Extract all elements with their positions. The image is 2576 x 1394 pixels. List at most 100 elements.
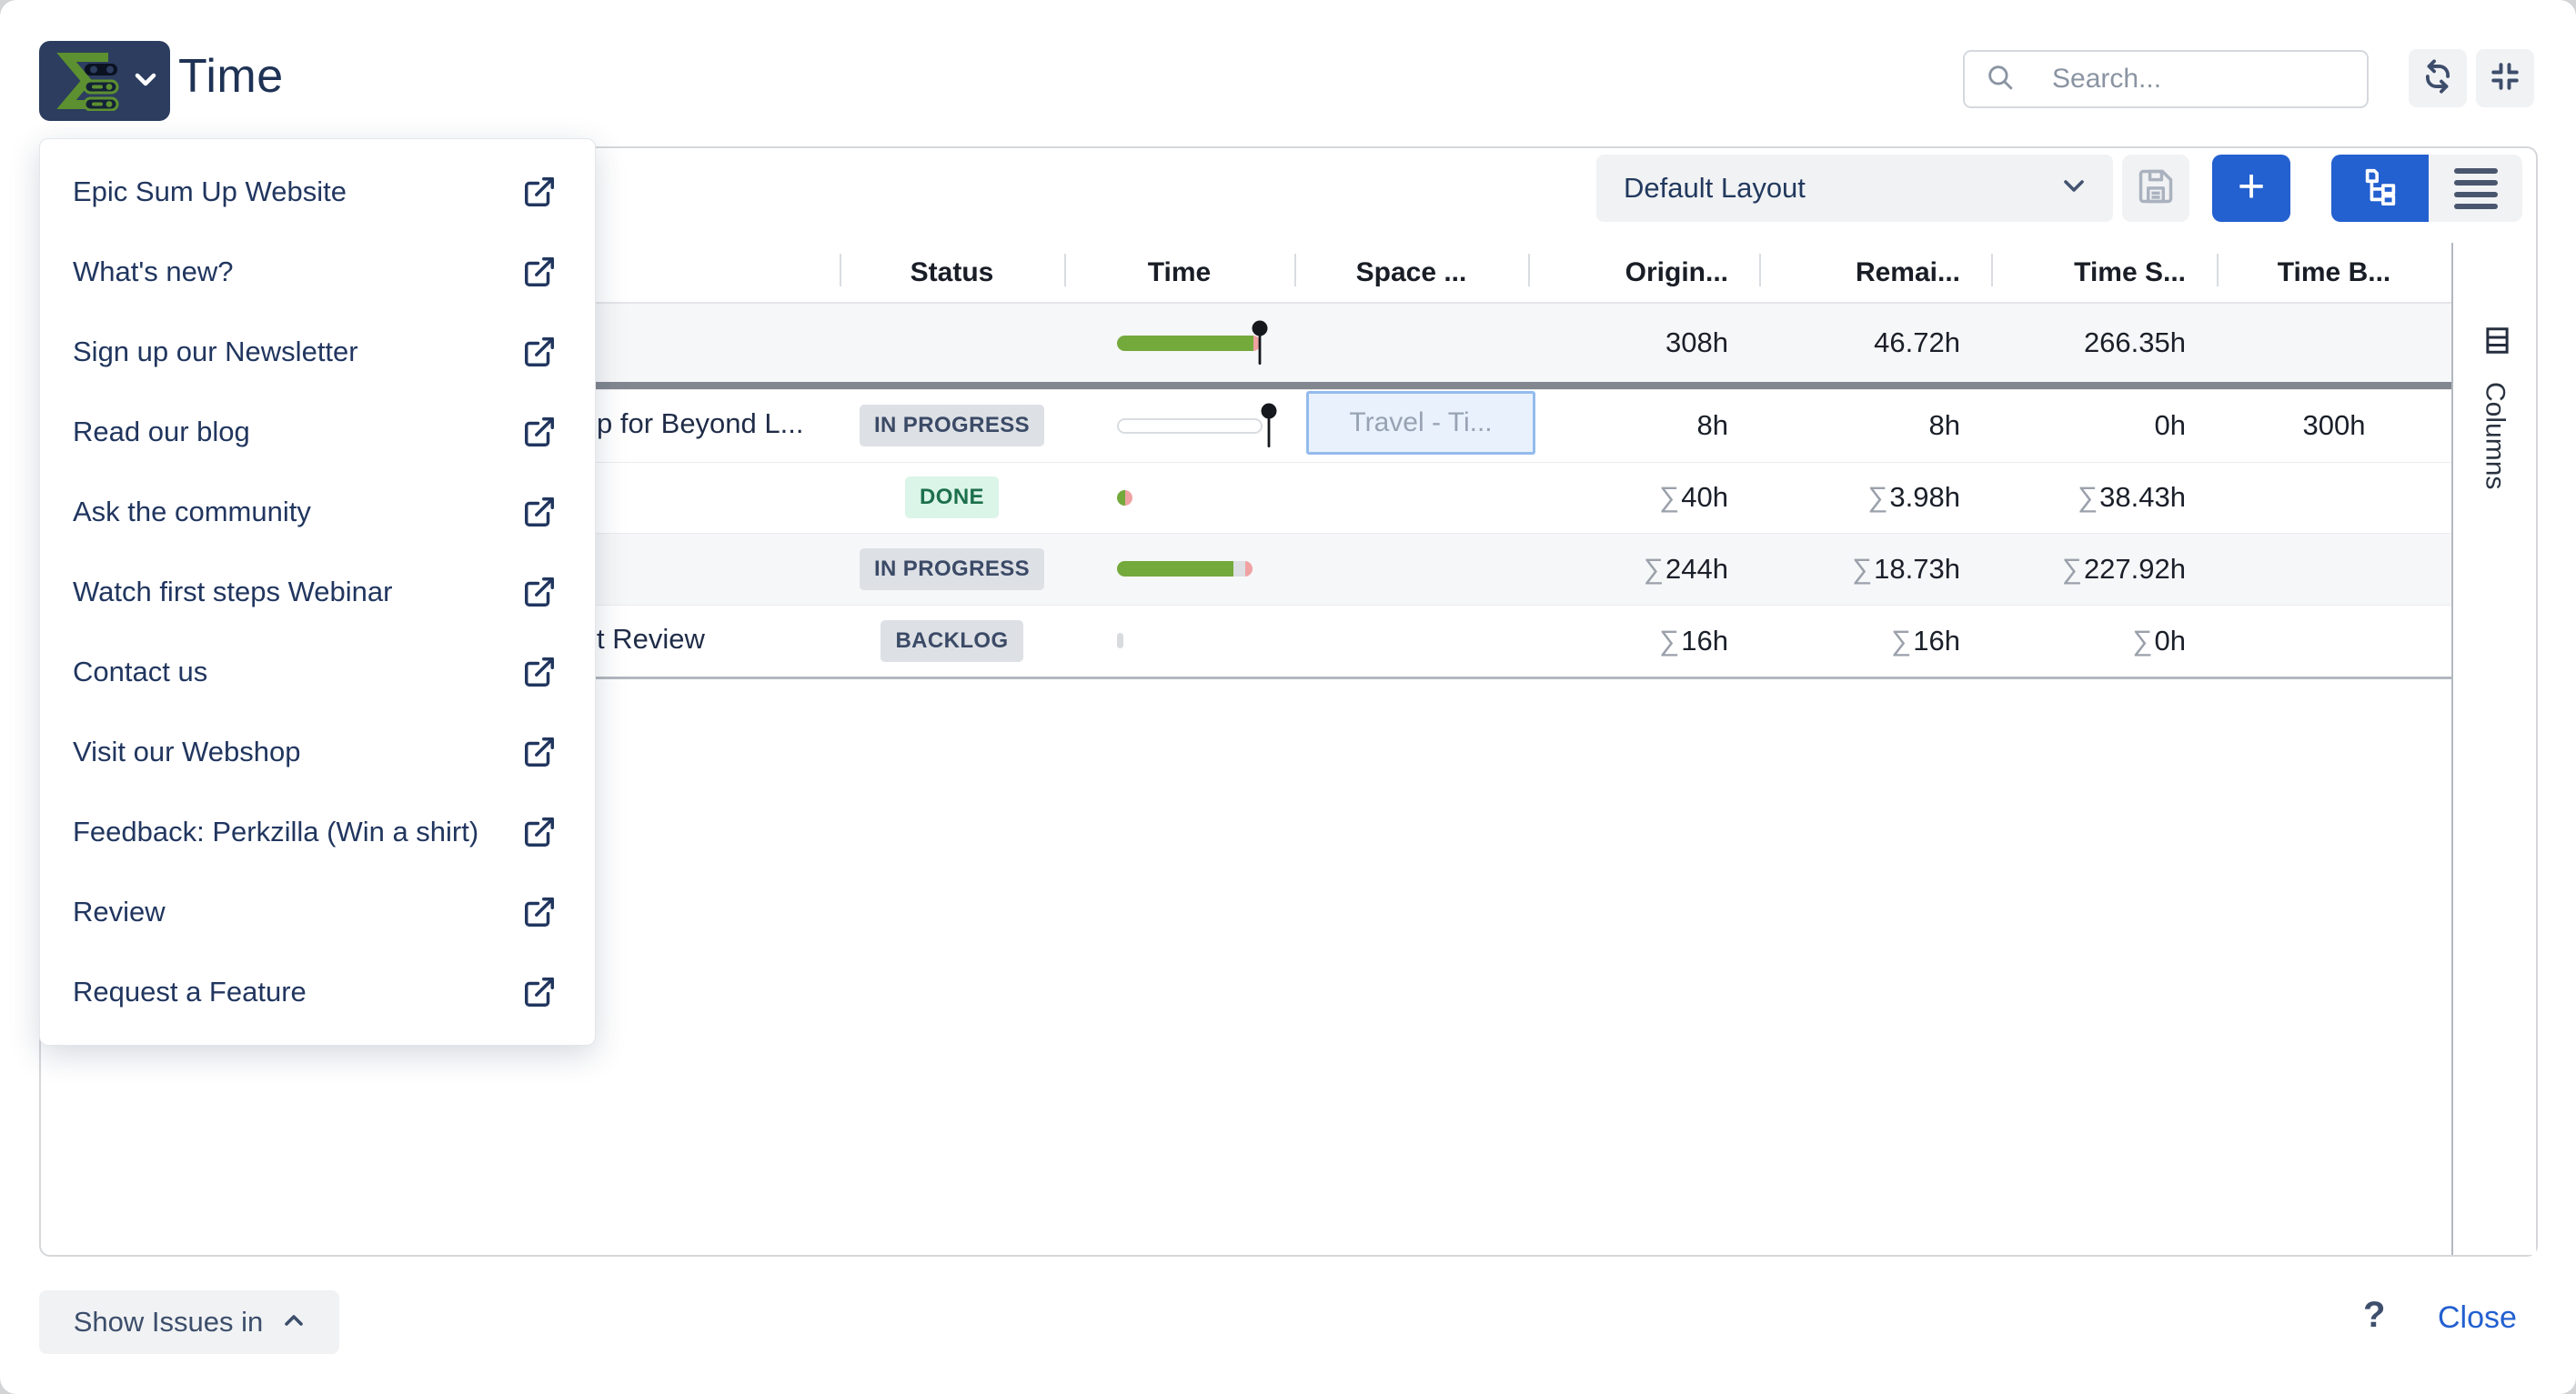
remaining-cell: ∑16h [1759,605,1991,677]
list-view-toggle[interactable] [2429,155,2522,222]
status-badge: BACKLOG [880,620,1022,662]
column-header-remai[interactable]: Remai... [1759,243,1991,303]
column-header-time[interactable]: Time [1064,243,1294,303]
space-field-editor[interactable]: Travel - Ti... [1306,391,1535,455]
remaining-cell: 46.72h [1759,304,1991,382]
column-header-space[interactable]: Space ... [1294,243,1528,303]
menu-item-review[interactable]: Review [40,872,595,952]
column-divider [1991,254,1993,286]
pin-marker-icon[interactable] [1259,402,1279,456]
chevron-down-icon [134,72,157,93]
menu-item-request-a-feature[interactable]: Request a Feature [40,952,595,1032]
time-spent-cell: ∑227.92h [1991,533,2217,605]
layout-select[interactable]: Default Layout [1596,155,2113,222]
column-divider [1759,254,1761,286]
status-cell: IN PROGRESS [840,389,1064,462]
column-header-time-b[interactable]: Time B... [2217,243,2451,303]
refresh-button[interactable] [2409,49,2467,107]
external-link-icon [522,175,557,209]
menu-item-label: Watch first steps Webinar [73,576,392,608]
remaining-cell: 8h [1759,389,1991,462]
origin-cell: ∑16h [1528,605,1759,677]
menu-item-label: What's new? [73,256,234,288]
status-cell: DONE [840,462,1064,533]
help-button[interactable]: ? [2363,1295,2385,1336]
external-link-icon [522,335,557,369]
menu-item-contact-us[interactable]: Contact us [40,632,595,712]
column-header-status[interactable]: Status [840,243,1064,303]
menu-item-label: Feedback: Perkzilla (Win a shirt) [73,816,478,848]
menu-item-epic-sum-up-website[interactable]: Epic Sum Up Website [40,152,595,232]
column-divider [2217,254,2219,286]
column-divider [840,254,841,286]
origin-cell: 308h [1528,304,1759,382]
epic-sum-up-logo-icon [52,51,139,115]
collapse-button[interactable] [2476,49,2534,107]
show-issues-in-label: Show Issues in [74,1306,264,1339]
menu-item-label: Read our blog [73,416,250,448]
time-spent-cell: ∑0h [1991,605,2217,677]
menu-item-what-s-new[interactable]: What's new? [40,232,595,312]
menu-item-sign-up-our-newsletter[interactable]: Sign up our Newsletter [40,312,595,392]
external-link-icon [522,975,557,1009]
origin-cell: ∑40h [1528,462,1759,533]
magnifier-icon [1985,62,2016,97]
menu-item-feedback-perkzilla-win-a-shirt[interactable]: Feedback: Perkzilla (Win a shirt) [40,792,595,872]
tree-view-icon [2360,165,2401,212]
columns-panel-toggle[interactable]: Columns [2451,243,2536,1255]
time-spent-cell: 0h [1991,389,2217,462]
menu-item-read-our-blog[interactable]: Read our blog [40,392,595,472]
column-divider [1294,254,1296,286]
collapse-arrows-icon [2489,60,2521,97]
app-dropdown-menu: Epic Sum Up Website What's new? Sign up ou… [39,138,596,1046]
pin-marker-icon[interactable] [1250,319,1270,373]
search-input[interactable] [2050,63,2345,95]
menu-item-watch-first-steps-webinar[interactable]: Watch first steps Webinar [40,552,595,632]
issue-summary: p for Beyond L... [597,407,803,440]
external-link-icon [522,815,557,849]
origin-cell: ∑244h [1528,533,1759,605]
show-issues-in-button[interactable]: Show Issues in [39,1290,339,1354]
table-columns-icon [2477,326,2512,356]
remaining-cell: ∑18.73h [1759,533,1991,605]
menu-item-visit-our-webshop[interactable]: Visit our Webshop [40,712,595,792]
column-divider [1528,254,1530,286]
menu-item-ask-the-community[interactable]: Ask the community [40,472,595,552]
external-link-icon [522,895,557,929]
column-divider [1064,254,1066,286]
chevron-down-icon [2062,178,2086,199]
external-link-icon [522,495,557,529]
time-spent-cell: ∑38.43h [1991,462,2217,533]
time-progress-bar [1117,487,1273,507]
time-progress-bar [1117,559,1273,579]
close-button[interactable]: Close [2438,1300,2517,1336]
time-progress-bar [1117,333,1273,353]
search-box[interactable] [1963,50,2369,108]
origin-cell: 8h [1528,389,1759,462]
external-link-icon [522,575,557,609]
app-logo-menu-button[interactable] [39,41,170,121]
menu-item-label: Review [73,896,166,928]
add-issue-button[interactable]: + [2212,155,2290,222]
menu-item-label: Visit our Webshop [73,736,300,768]
time-spent-cell: 266.35h [1991,304,2217,382]
chevron-up-icon [283,1313,305,1332]
column-header-time-s[interactable]: Time S... [1991,243,2217,303]
column-header-origin[interactable]: Origin... [1528,243,1759,303]
time-progress-bar [1117,631,1273,651]
epic-sum-up-dialog: Time Default Layout [0,0,2576,1394]
layout-select-value: Default Layout [1624,172,1806,205]
tree-view-toggle[interactable] [2331,155,2429,222]
columns-panel-label: Columns [2480,382,2511,489]
issue-summary: t Review [597,623,705,656]
external-link-icon [522,415,557,449]
menu-item-label: Request a Feature [73,976,307,1008]
external-link-icon [522,655,557,689]
refresh-icon [2420,59,2455,98]
external-link-icon [522,255,557,289]
save-layout-button[interactable] [2122,155,2189,222]
page-title: Time [178,49,284,104]
menu-item-label: Epic Sum Up Website [73,176,347,208]
external-link-icon [522,735,557,769]
menu-item-label: Sign up our Newsletter [73,336,358,368]
